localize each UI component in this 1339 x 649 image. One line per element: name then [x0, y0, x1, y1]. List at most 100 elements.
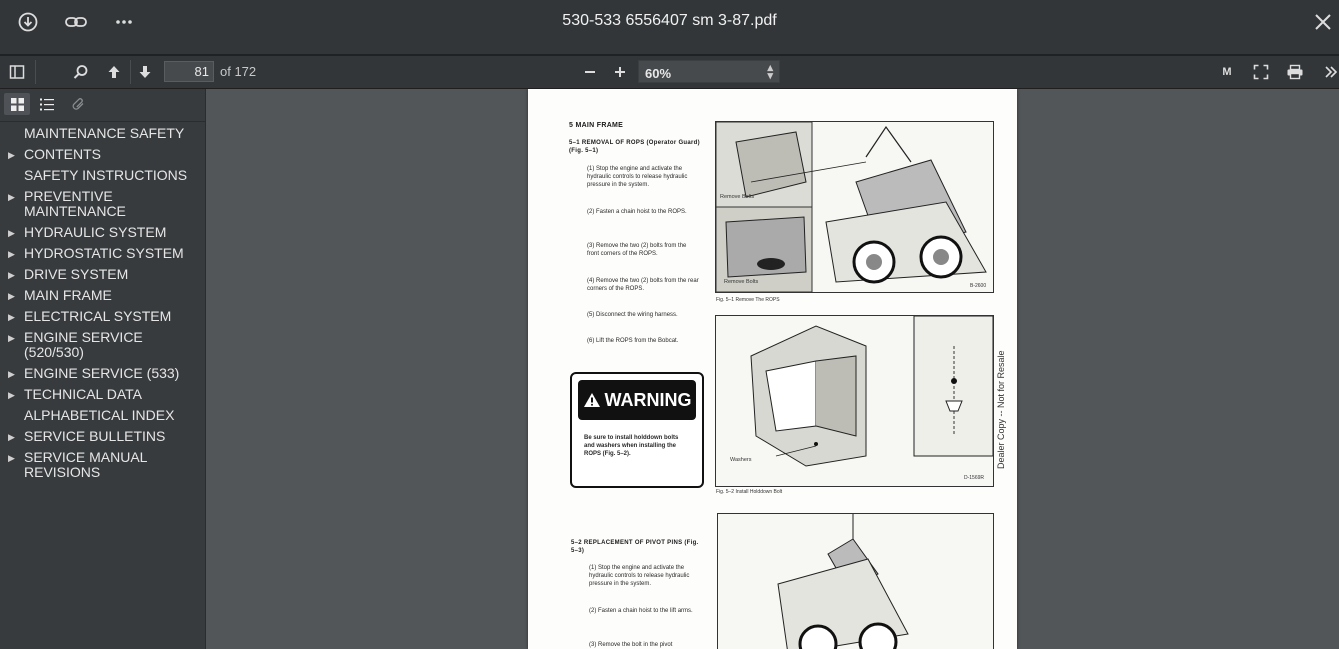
expand-triangle-icon[interactable]: ▶ [8, 310, 15, 325]
pdf-toolbar: of 172 60% ▴▾ M [0, 56, 1339, 89]
figure-code: D-1569R [964, 475, 985, 481]
section-heading: 5 MAIN FRAME [569, 122, 624, 129]
warning-banner: WARNING [578, 380, 696, 420]
figure-5-2: Washers D-1569R [715, 315, 994, 487]
outline-label: MAINTENANCE SAFETY [24, 125, 185, 141]
outline-label: ENGINE SERVICE (533) [24, 365, 180, 381]
outline-item-hydrostatic-system[interactable]: ▶ HYDROSTATIC SYSTEM [0, 245, 205, 266]
previous-page-icon[interactable] [103, 60, 125, 84]
outline-item-safety-instructions[interactable]: SAFETY INSTRUCTIONS [0, 167, 205, 188]
expand-triangle-icon[interactable]: ▶ [8, 430, 15, 445]
watermark-text: Dealer Copy -- Not for Resale [996, 350, 1006, 469]
warning-text: Be sure to install holddown bolts and wa… [584, 435, 679, 457]
close-icon[interactable] [1310, 9, 1336, 35]
warning-title: WARNING [604, 389, 692, 410]
fullscreen-icon[interactable] [1250, 60, 1272, 84]
bobcat-lift-arms-illustration [777, 514, 909, 649]
outline-item-preventive-maintenance[interactable]: ▶ PREVENTIVE MAINTENANCE [0, 188, 138, 224]
figure-5-1: Remove Bolts Remove Bolts B-2600 [715, 121, 994, 293]
expand-triangle-icon[interactable]: ▶ [8, 367, 15, 382]
document-title: 530-533 6556407 sm 3-87.pdf [562, 12, 777, 29]
outline-label: ALPHABETICAL INDEX [24, 407, 175, 423]
figure-code: B-2600 [970, 283, 987, 289]
expand-triangle-icon[interactable]: ▶ [8, 388, 15, 403]
expand-triangle-icon[interactable]: ▶ [8, 226, 15, 241]
expand-triangle-icon[interactable]: ▶ [8, 289, 15, 304]
zoom-out-icon[interactable] [579, 60, 601, 84]
search-icon[interactable] [70, 60, 92, 84]
step-text: (4) Remove the two (2) bolts from the re… [587, 278, 699, 292]
expand-triangle-icon[interactable]: ▶ [8, 247, 15, 262]
zoom-select[interactable]: 60% ▴ ▾ [638, 60, 780, 83]
warning-box: WARNING Be sure to install holddown bolt… [570, 372, 704, 488]
outline-label: HYDROSTATIC SYSTEM [24, 245, 184, 261]
zoom-value: 60% [645, 66, 672, 81]
step-text: (1) Stop the engine and activate the hyd… [589, 565, 690, 587]
expand-triangle-icon[interactable]: ▶ [8, 451, 15, 466]
bobcat-rops-illustration [716, 122, 987, 292]
outline-item-engine-service-533[interactable]: ▶ ENGINE SERVICE (533) [0, 365, 205, 386]
figure-caption: Fig. 5–1 Remove The ROPS [716, 297, 780, 303]
sidebar: MAINTENANCE SAFETY ▶ CONTENTS SAFETY INST… [0, 89, 206, 649]
expand-triangle-icon[interactable]: ▶ [8, 190, 15, 205]
step-text: (3) Remove the two (2) bolts from the fr… [587, 243, 687, 257]
sidebar-tabs [0, 89, 205, 122]
next-page-icon[interactable] [134, 60, 156, 84]
subsection-heading-pivot-pins: 5–2 REPLACEMENT OF PIVOT PINS (Fig. 5–3) [571, 540, 699, 554]
outline-view-icon[interactable] [34, 93, 60, 115]
sidebar-toggle-icon[interactable] [4, 60, 30, 84]
warning-triangle-icon [583, 393, 600, 407]
thumbnail-view-icon[interactable] [4, 93, 30, 115]
page-count: of 172 [220, 64, 257, 79]
outline-label: ENGINE SERVICE (520/530) [24, 329, 143, 360]
expand-triangle-icon[interactable]: ▶ [8, 331, 15, 346]
outline-item-hydraulic-system[interactable]: ▶ HYDRAULIC SYSTEM [0, 224, 205, 245]
document-viewer[interactable]: 5 MAIN FRAME 5–1 REMOVAL OF ROPS (Operat… [206, 89, 1339, 649]
subsection-heading-rops: 5–1 REMOVAL OF ROPS (Operator Guard) (Fi… [569, 140, 700, 154]
step-text: (2) Fasten a chain hoist to the ROPS. [587, 209, 687, 215]
title-bar: 530-533 6556407 sm 3-87.pdf [0, 0, 1339, 56]
outline-item-engine-service-520-530[interactable]: ▶ ENGINE SERVICE (520/530) [0, 329, 205, 365]
zoom-in-icon[interactable] [609, 60, 631, 84]
outline-item-electrical-system[interactable]: ▶ ELECTRICAL SYSTEM [0, 308, 205, 329]
outline-label: SERVICE MANUAL REVISIONS [24, 449, 147, 480]
page-number-input[interactable] [164, 61, 214, 82]
rops-holddown-illustration [750, 316, 993, 467]
outline-label: PREVENTIVE MAINTENANCE [24, 188, 126, 219]
step-text: (2) Fasten a chain hoist to the lift arm… [589, 608, 693, 614]
outline-item-main-frame[interactable]: ▶ MAIN FRAME [0, 287, 205, 308]
figure-label: Remove Bolts [724, 279, 759, 285]
print-icon[interactable] [1284, 60, 1306, 84]
outline-label: SERVICE BULLETINS [24, 428, 166, 444]
attachments-view-icon[interactable] [65, 93, 91, 115]
outline-list: MAINTENANCE SAFETY ▶ CONTENTS SAFETY INST… [0, 125, 205, 485]
figure-caption: Fig. 5–2 Install Holddown Bolt [716, 489, 783, 495]
outline-item-technical-data[interactable]: ▶ TECHNICAL DATA [0, 386, 205, 407]
step-text: (3) Remove the bolt in the pivot [589, 642, 673, 648]
expand-triangle-icon[interactable]: ▶ [8, 148, 15, 163]
step-text: (1) Stop the engine and activate the hyd… [587, 166, 688, 188]
outline-item-alphabetical-index[interactable]: ALPHABETICAL INDEX [0, 407, 205, 428]
outline-label: CONTENTS [24, 146, 101, 162]
figure-5-3 [717, 513, 994, 649]
outline-item-maintenance-safety[interactable]: MAINTENANCE SAFETY [0, 125, 205, 146]
outline-label: TECHNICAL DATA [24, 386, 142, 402]
step-text: (5) Disconnect the wiring harness. [587, 312, 678, 318]
outline-item-service-bulletins[interactable]: ▶ SERVICE BULLETINS [0, 428, 205, 449]
more-tools-icon[interactable] [1323, 60, 1339, 84]
updown-caret-icon: ▴ ▾ [767, 62, 773, 82]
presentation-mode-button[interactable]: M [1218, 60, 1236, 84]
expand-triangle-icon[interactable]: ▶ [8, 268, 15, 283]
outline-item-drive-system[interactable]: ▶ DRIVE SYSTEM [0, 266, 205, 287]
outline-label: MAIN FRAME [24, 287, 112, 303]
outline-label: SAFETY INSTRUCTIONS [24, 167, 188, 183]
step-text: (6) Lift the ROPS from the Bobcat. [587, 338, 679, 344]
outline-label: ELECTRICAL SYSTEM [24, 308, 172, 324]
outline-item-service-manual-revisions[interactable]: ▶ SERVICE MANUAL REVISIONS [0, 449, 158, 485]
outline-label: HYDRAULIC SYSTEM [24, 224, 167, 240]
outline-label: DRIVE SYSTEM [24, 266, 129, 282]
pdf-page: 5 MAIN FRAME 5–1 REMOVAL OF ROPS (Operat… [528, 89, 1017, 649]
figure-label: Washers [730, 457, 752, 463]
outline-item-contents[interactable]: ▶ CONTENTS [0, 146, 205, 167]
figure-label: Remove Bolts [720, 194, 755, 200]
